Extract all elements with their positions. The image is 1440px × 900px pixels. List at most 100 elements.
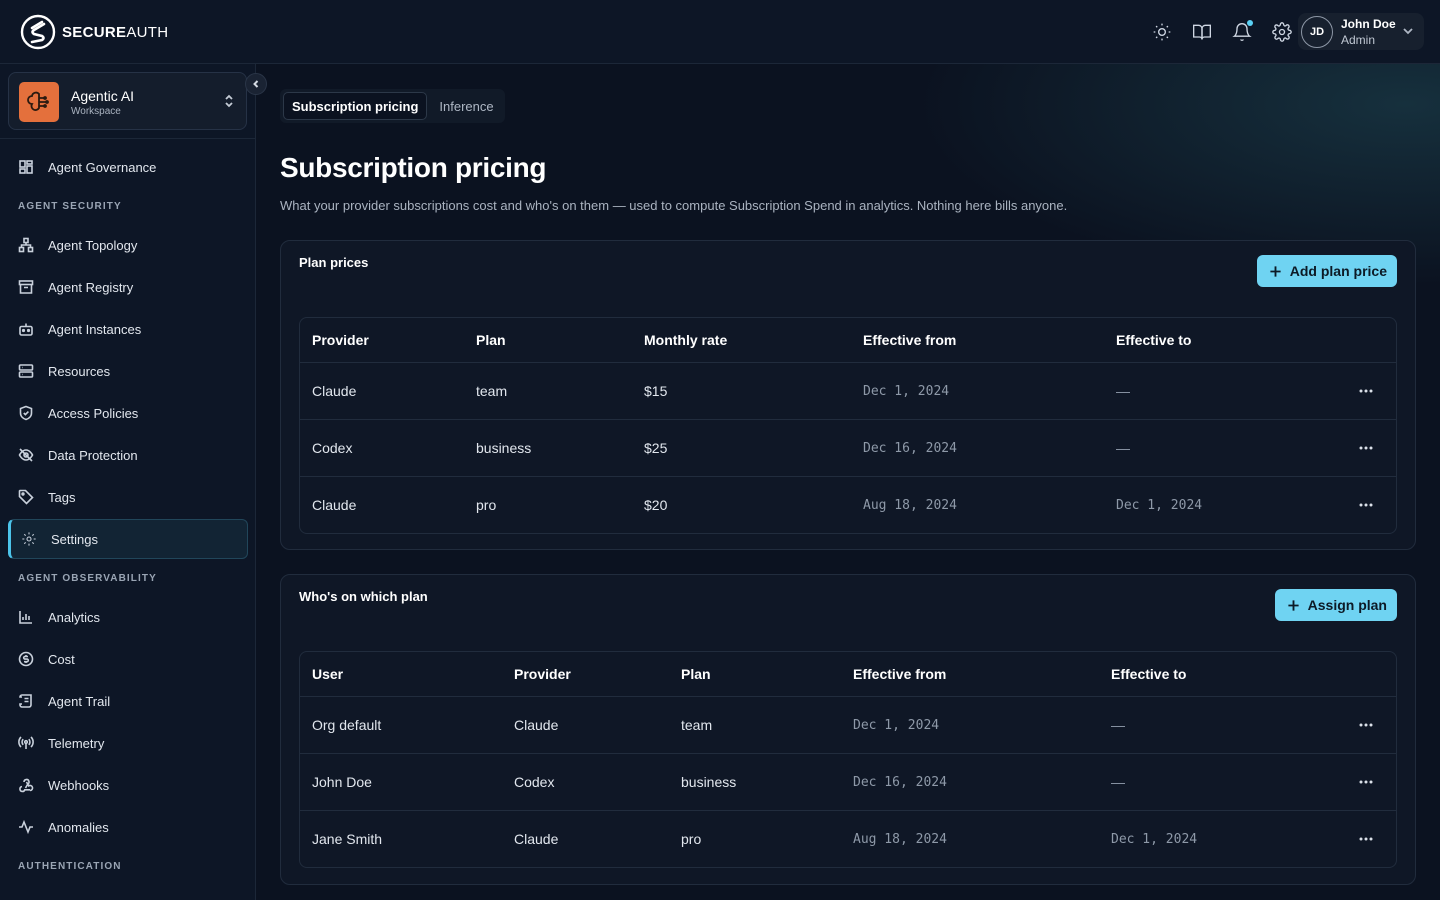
tag-icon — [18, 489, 34, 505]
table-row: Codex business $25 Dec 16, 2024 — — [300, 419, 1396, 476]
provider-cell: Claude — [514, 831, 559, 847]
more-horizontal-icon — [1359, 780, 1373, 784]
column-header[interactable]: Plan — [681, 652, 711, 696]
sidebar-item-telemetry[interactable]: Telemetry — [0, 722, 248, 764]
plan-assignments-table: User Provider Plan Effective from Effect… — [299, 651, 1397, 868]
provider-cell: Claude — [514, 717, 559, 733]
sidebar-section-title: AGENT OBSERVABILITY — [18, 572, 157, 584]
book-open-icon — [1193, 24, 1211, 40]
tab-inference[interactable]: Inference — [431, 92, 501, 120]
row-actions-button[interactable] — [1356, 497, 1376, 513]
sidebar-item-tags[interactable]: Tags — [0, 476, 248, 518]
table-row: Org default Claude team Dec 1, 2024 — — [300, 696, 1396, 753]
sidebar-item-agent-instances[interactable]: Agent Instances — [0, 308, 248, 350]
sidebar-item-settings[interactable]: Settings — [8, 519, 248, 559]
row-actions-button[interactable] — [1356, 774, 1376, 790]
workspace-switcher[interactable]: Agentic AI Workspace — [8, 72, 247, 130]
effective-from-cell: Aug 18, 2024 — [853, 831, 947, 847]
plan-assignments-card: Who's on which plan Assign plan User Pro… — [280, 574, 1416, 885]
chevron-left-icon — [253, 80, 259, 88]
sidebar-section-title: AGENT SECURITY — [18, 200, 122, 212]
column-header[interactable]: Provider — [514, 652, 571, 696]
table-header-row: User Provider Plan Effective from Effect… — [300, 652, 1396, 696]
grid-icon — [19, 160, 33, 174]
row-actions-button[interactable] — [1356, 717, 1376, 733]
effective-to-cell: Dec 1, 2024 — [1116, 497, 1203, 513]
effective-to-cell: — — [1111, 717, 1125, 733]
sidebar-item-agent-governance[interactable]: Agent Governance — [0, 146, 248, 188]
sidebar-item-agent-trail[interactable]: Agent Trail — [0, 680, 248, 722]
webhook-icon — [19, 778, 34, 793]
column-header[interactable]: Provider — [312, 318, 369, 362]
card-title: Plan prices — [299, 255, 369, 270]
page-subtitle: What your provider subscriptions cost an… — [280, 198, 1068, 213]
column-header[interactable]: Effective from — [863, 318, 956, 362]
workspace-logo — [19, 82, 59, 122]
provider-cell: Codex — [312, 440, 353, 456]
sidebar-item-access-policies[interactable]: Access Policies — [0, 392, 248, 434]
row-actions-button[interactable] — [1356, 440, 1376, 456]
radio-icon — [18, 736, 34, 749]
sidebar-item-analytics[interactable]: Analytics — [0, 596, 248, 638]
notifications-button[interactable] — [1230, 17, 1254, 47]
plus-icon — [1270, 265, 1281, 277]
plan-cell: team — [476, 383, 508, 399]
row-actions-button[interactable] — [1356, 383, 1376, 399]
user-cell: Org default — [312, 717, 382, 733]
tab-bar: Subscription pricing Inference — [280, 89, 505, 123]
user-name: John Doe — [1341, 16, 1396, 31]
sidebar-item-anomalies[interactable]: Anomalies — [0, 806, 248, 848]
column-header[interactable]: Effective to — [1116, 318, 1191, 362]
effective-to-cell: — — [1116, 383, 1130, 399]
eye-off-icon — [18, 448, 34, 462]
column-header[interactable]: Plan — [476, 318, 506, 362]
shield-icon — [19, 405, 33, 421]
sidebar-item-data-protection[interactable]: Data Protection — [0, 434, 248, 476]
dollar-icon — [18, 651, 34, 667]
add-plan-price-button[interactable]: Add plan price — [1256, 255, 1397, 287]
more-horizontal-icon — [1359, 837, 1373, 841]
sidebar-item-agent-registry[interactable]: Agent Registry — [0, 266, 248, 308]
sidebar-item-cost[interactable]: Cost — [0, 638, 248, 680]
provider-cell: Codex — [514, 774, 555, 790]
user-cell: Jane Smith — [312, 831, 383, 847]
column-header[interactable]: Effective from — [853, 652, 946, 696]
column-header[interactable]: Effective to — [1111, 652, 1186, 696]
plan-prices-card: Plan prices Add plan price Provider Plan… — [280, 240, 1416, 550]
settings-button[interactable] — [1270, 17, 1294, 47]
gear-icon — [1272, 22, 1292, 42]
plus-icon — [1288, 599, 1299, 611]
server-icon — [18, 364, 34, 378]
brand[interactable]: SECUREAUTH — [20, 14, 168, 50]
archive-icon — [18, 280, 34, 294]
top-bar: SECUREAUTH JD John Doe Admin — [0, 0, 1440, 64]
assign-plan-button[interactable]: Assign plan — [1274, 589, 1397, 621]
table-row: Claude team $15 Dec 1, 2024 — — [300, 362, 1396, 419]
topology-icon — [18, 237, 34, 253]
rate-cell: $20 — [644, 497, 668, 513]
effective-from-cell: Dec 1, 2024 — [853, 717, 940, 733]
effective-from-cell: Dec 1, 2024 — [863, 383, 950, 399]
sidebar-item-webhooks[interactable]: Webhooks — [0, 764, 248, 806]
theme-toggle-button[interactable] — [1150, 17, 1174, 47]
user-role: Admin — [1341, 32, 1376, 47]
user-cell: John Doe — [312, 774, 372, 790]
docs-button[interactable] — [1190, 17, 1214, 47]
more-horizontal-icon — [1359, 503, 1373, 507]
row-actions-button[interactable] — [1356, 831, 1376, 847]
tab-subscription-pricing[interactable]: Subscription pricing — [283, 92, 428, 120]
effective-from-cell: Dec 16, 2024 — [863, 440, 957, 456]
column-header[interactable]: Monthly rate — [644, 318, 727, 362]
bot-icon — [19, 323, 33, 336]
sidebar-item-agent-topology[interactable]: Agent Topology — [0, 224, 248, 266]
table-row: John Doe Codex business Dec 16, 2024 — — [300, 753, 1396, 810]
sidebar-section-title: AUTHENTICATION — [18, 860, 122, 872]
collapse-sidebar-button[interactable] — [245, 73, 267, 95]
brain-circuit-icon — [27, 91, 49, 111]
user-menu[interactable]: JD John Doe Admin — [1298, 13, 1424, 50]
sidebar-item-resources[interactable]: Resources — [0, 350, 248, 392]
column-header[interactable]: User — [312, 652, 343, 696]
effective-to-cell: — — [1116, 440, 1130, 456]
chevrons-up-down-icon — [225, 94, 233, 108]
gear-icon — [22, 532, 36, 546]
